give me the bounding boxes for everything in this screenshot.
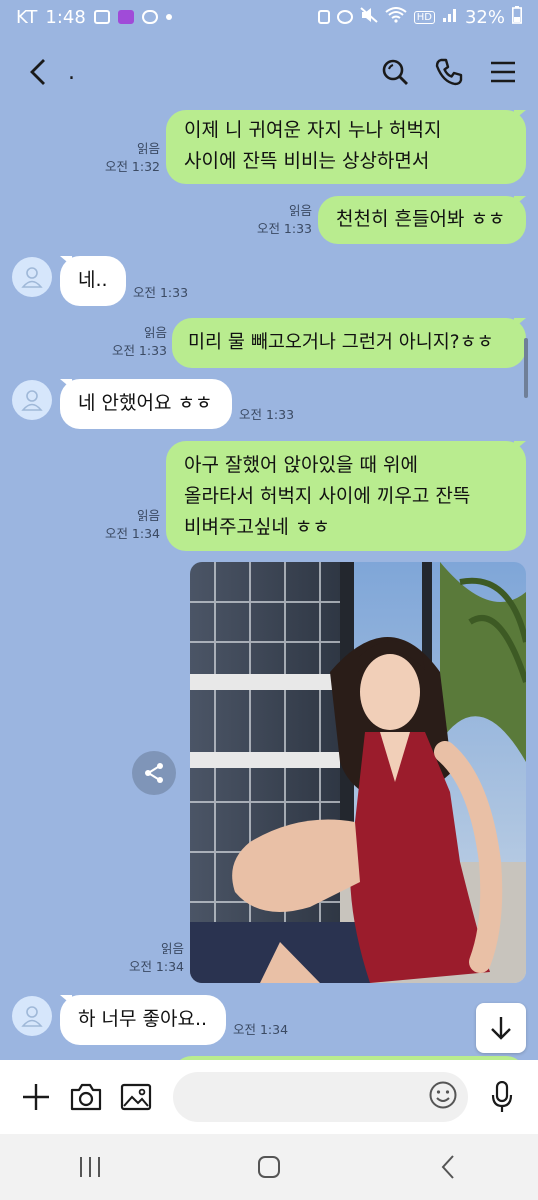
- message-bubble-incoming[interactable]: 하 너무 좋아요..: [60, 995, 226, 1045]
- signal-icon: [442, 7, 458, 28]
- message-bubble-outgoing[interactable]: 이제 니 귀여운 자지 누나 허벅지 사이에 잔뜩 비비는 상상하면서: [166, 110, 526, 184]
- message-input[interactable]: [189, 1076, 429, 1118]
- message-time: 오전 1:34: [104, 526, 160, 541]
- message-input-bar: [0, 1060, 538, 1134]
- camera-icon: [70, 1083, 101, 1111]
- battery-saver-icon: [317, 10, 330, 24]
- message-meta: 읽음 오전 1:32: [90, 140, 160, 176]
- message-time: 오전 1:34: [233, 1022, 289, 1037]
- message-time: 오전 1:34: [128, 959, 184, 974]
- app-notification-icon: [117, 10, 134, 24]
- scroll-to-bottom-button[interactable]: [476, 1003, 526, 1053]
- chevron-left-icon: [30, 59, 45, 85]
- bubble-tail: [514, 196, 526, 206]
- bubble-tail: [514, 110, 526, 120]
- camera-button[interactable]: [66, 1077, 106, 1117]
- search-button[interactable]: [380, 57, 410, 87]
- bubble-tail: [514, 441, 526, 451]
- emoji-icon: [429, 1081, 457, 1109]
- chat-scrollbar[interactable]: [524, 338, 528, 398]
- phone-icon: [435, 58, 463, 86]
- clock: 1:48: [45, 6, 86, 28]
- search-icon: [382, 59, 408, 85]
- message-time: 오전 1:33: [239, 407, 295, 422]
- home-button[interactable]: [249, 1147, 289, 1187]
- photo-image: [190, 562, 526, 983]
- message-meta: 읽음 오전 1:33: [95, 324, 167, 360]
- message-time: 오전 1:32: [104, 159, 160, 174]
- user-icon: [21, 267, 43, 288]
- status-bar: KT 1:48 HD 32%: [0, 0, 538, 34]
- message-time: 오전 1:33: [111, 343, 167, 358]
- message-bubble-incoming[interactable]: 네..: [60, 256, 126, 306]
- carrier-label: KT: [16, 6, 38, 28]
- message-bubble-outgoing[interactable]: 천천히 흔들어봐 ㅎㅎ: [318, 196, 526, 244]
- read-receipt: 읽음: [136, 141, 160, 156]
- message-bubble-incoming[interactable]: 네 안했어요 ㅎㅎ: [60, 379, 232, 429]
- gallery-button[interactable]: [116, 1077, 156, 1117]
- chat-title: .: [68, 59, 75, 85]
- message-meta: 읽음 오전 1:33: [240, 202, 312, 238]
- avatar[interactable]: [12, 996, 52, 1036]
- message-input-field[interactable]: [173, 1072, 469, 1122]
- voice-button[interactable]: [482, 1077, 522, 1117]
- read-receipt: 읽음: [136, 508, 160, 523]
- gallery-notification-icon: [93, 10, 110, 24]
- message-bubble-outgoing[interactable]: 미리 물 빼고오거나 그런거 아니지?ㅎㅎ: [172, 318, 526, 368]
- recent-apps-button[interactable]: [70, 1147, 110, 1187]
- read-receipt: 읽음: [143, 325, 167, 340]
- share-button[interactable]: [132, 751, 176, 795]
- read-receipt: 읽음: [160, 941, 184, 956]
- read-receipt: 읽음: [288, 203, 312, 218]
- avatar[interactable]: [12, 257, 52, 297]
- call-button[interactable]: [434, 57, 464, 87]
- hd-badge: HD: [413, 10, 435, 24]
- photo-message[interactable]: [190, 562, 526, 983]
- microphone-icon: [492, 1081, 513, 1112]
- home-icon: [257, 1156, 280, 1178]
- message-time: 오전 1:33: [256, 221, 312, 236]
- back-button[interactable]: [20, 54, 56, 90]
- message-bubble-outgoing[interactable]: 아구 잘했어 앉아있을 때 위에 올라타서 허벅지 사이에 끼우고 잔뜩 비벼주…: [166, 441, 526, 551]
- menu-button[interactable]: [488, 57, 518, 87]
- message-meta: 읽음 오전 1:34: [110, 940, 184, 976]
- emoji-button[interactable]: [428, 1080, 458, 1114]
- back-icon: [441, 1155, 455, 1179]
- message-meta: 읽음 오전 1:34: [90, 507, 160, 543]
- alarm-icon: [336, 10, 353, 24]
- image-icon: [120, 1083, 151, 1111]
- chat-area[interactable]: 이제 니 귀여운 자지 누나 허벅지 사이에 잔뜩 비비는 상상하면서 읽음 오…: [0, 110, 538, 1060]
- chat-header: .: [0, 34, 538, 110]
- arrow-down-icon: [491, 1017, 511, 1040]
- battery-percent: 32%: [464, 6, 505, 28]
- wifi-icon: [385, 6, 407, 28]
- battery-icon: [512, 5, 522, 29]
- game-notification-icon: [141, 10, 158, 24]
- bubble-tail: [514, 318, 526, 328]
- add-button[interactable]: [16, 1077, 56, 1117]
- plus-icon: [22, 1084, 49, 1110]
- system-back-button[interactable]: [428, 1147, 468, 1187]
- share-icon: [145, 763, 163, 783]
- user-icon: [21, 390, 43, 411]
- system-nav-bar: [0, 1134, 538, 1200]
- mute-icon: [360, 6, 378, 28]
- recent-apps-icon: [79, 1157, 100, 1177]
- user-icon: [21, 1006, 43, 1027]
- menu-icon: [491, 61, 515, 83]
- more-notifications-icon: [165, 14, 172, 20]
- avatar[interactable]: [12, 380, 52, 420]
- message-time: 오전 1:33: [133, 285, 189, 300]
